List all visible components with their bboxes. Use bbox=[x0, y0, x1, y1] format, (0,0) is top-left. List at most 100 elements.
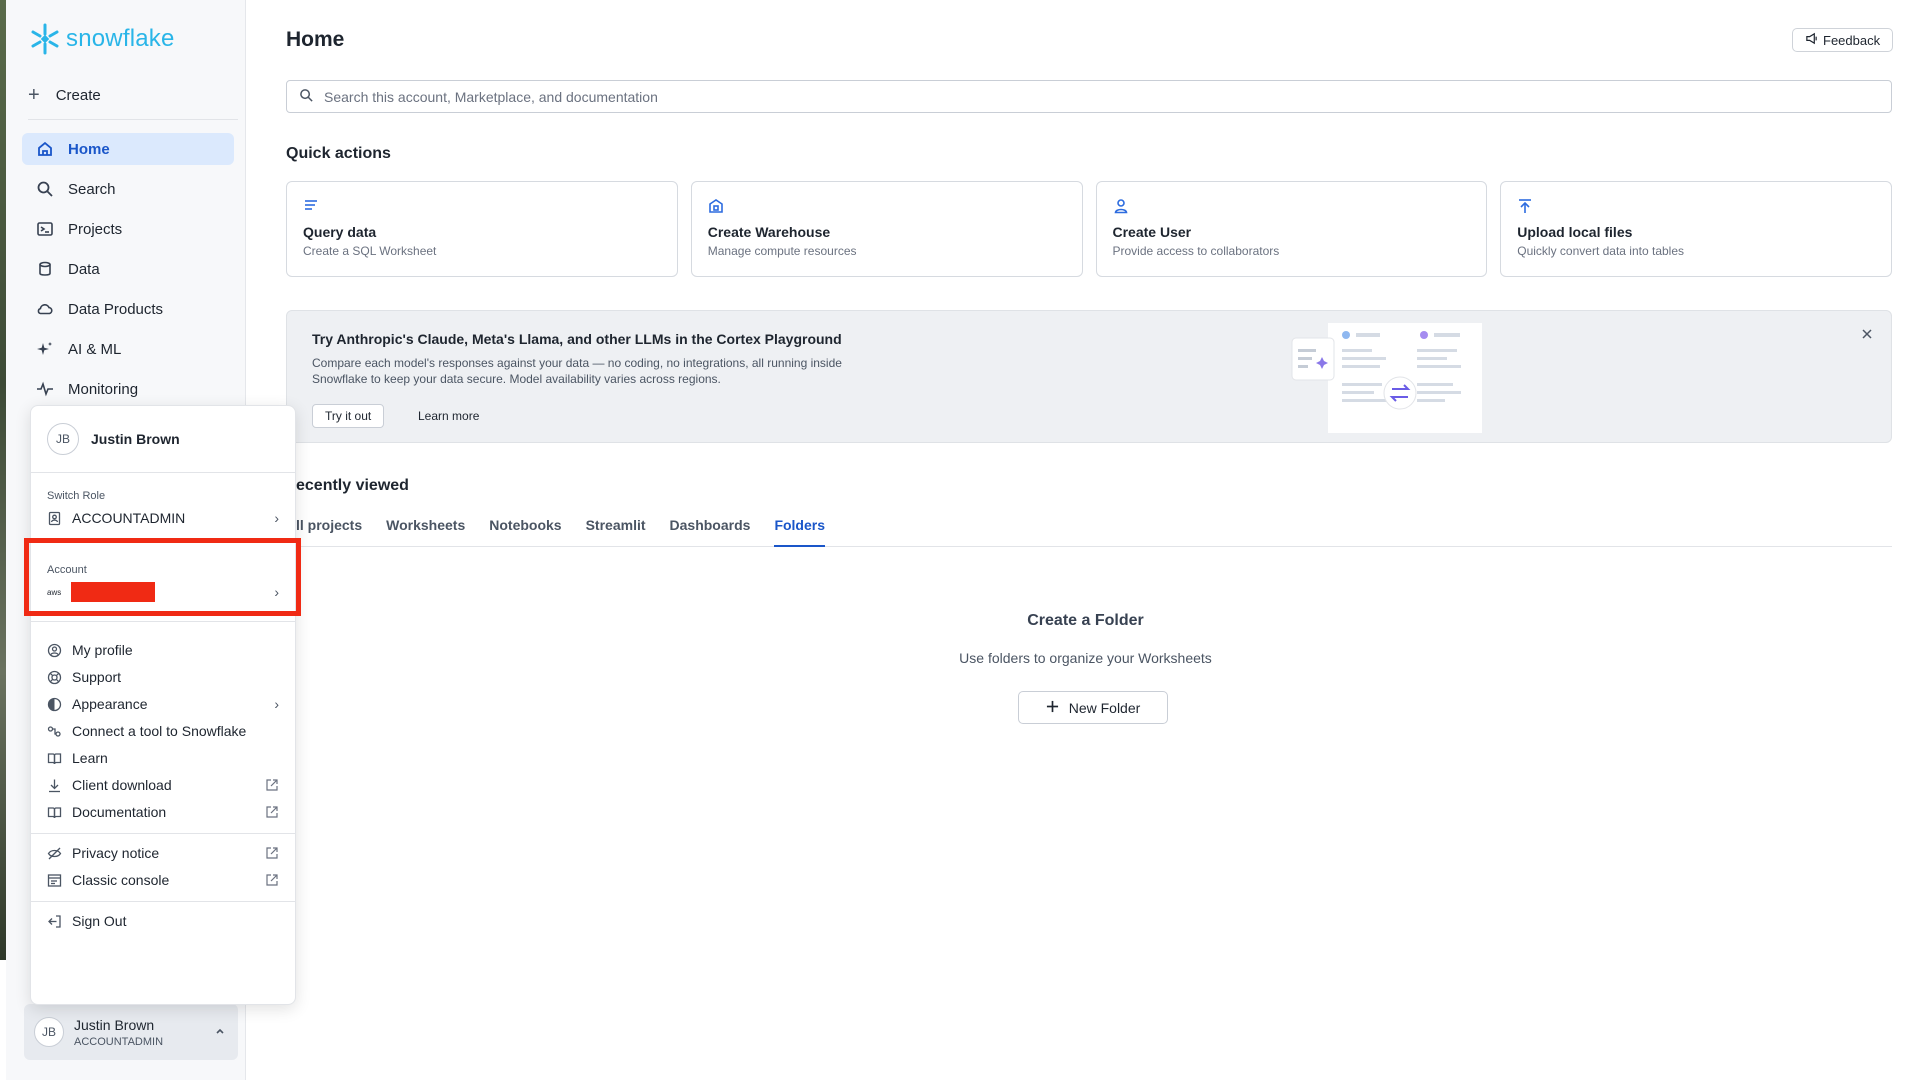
documentation-item[interactable]: Documentation bbox=[47, 801, 279, 823]
create-warehouse-card[interactable]: Create Warehouse Manage compute resource… bbox=[690, 181, 1083, 277]
page-title: Home bbox=[286, 28, 345, 51]
create-button[interactable]: + Create bbox=[28, 84, 101, 107]
avatar: JB bbox=[34, 1017, 64, 1047]
sidebar-nav: Home Search Projects Data Data Products … bbox=[22, 133, 234, 413]
query-data-card[interactable]: Query data Create a SQL Worksheet bbox=[286, 181, 678, 277]
lines-icon bbox=[303, 198, 319, 214]
tab-streamlit[interactable]: Streamlit bbox=[586, 515, 646, 547]
banner-title: Try Anthropic's Claude, Meta's Llama, an… bbox=[312, 331, 842, 347]
account-highlight-box bbox=[24, 538, 301, 616]
switch-role-item[interactable]: ACCOUNTADMIN › bbox=[47, 507, 279, 529]
terminal-icon bbox=[36, 220, 54, 238]
menu-item-label: Sign Out bbox=[72, 913, 127, 929]
tab-notebooks[interactable]: Notebooks bbox=[489, 515, 561, 547]
menu-item-label: Classic console bbox=[72, 872, 170, 888]
my-profile-item[interactable]: My profile bbox=[47, 639, 279, 661]
new-folder-button[interactable]: New Folder bbox=[1018, 691, 1168, 724]
snowflake-logo[interactable]: snowflake bbox=[28, 22, 175, 56]
download-icon bbox=[47, 778, 62, 793]
menu-item-label: Support bbox=[72, 669, 122, 685]
menu-item-label: Privacy notice bbox=[72, 845, 160, 861]
user-menu-toggle[interactable]: JB Justin Brown ACCOUNTADMIN bbox=[24, 1004, 238, 1060]
menu-item-label: Client download bbox=[72, 777, 172, 793]
user-icon bbox=[1113, 198, 1129, 214]
activity-icon bbox=[36, 380, 54, 398]
sidebar-item-label: Projects bbox=[68, 220, 123, 238]
megaphone-icon bbox=[1805, 32, 1818, 48]
badge-icon bbox=[47, 511, 62, 526]
banner-desc-line: Snowflake to keep your data secure. Mode… bbox=[312, 372, 721, 386]
sidebar-item-label: Data Products bbox=[68, 300, 164, 318]
quick-actions-title: Quick actions bbox=[286, 145, 391, 162]
external-link-icon bbox=[265, 778, 279, 792]
close-icon[interactable] bbox=[1861, 327, 1873, 345]
feedback-label: Feedback bbox=[1823, 32, 1881, 48]
chevron-up-icon bbox=[214, 1024, 226, 1041]
feedback-button[interactable]: Feedback bbox=[1792, 28, 1894, 52]
sign-out-item[interactable]: Sign Out bbox=[47, 910, 279, 932]
tab-dashboards[interactable]: Dashboards bbox=[670, 515, 751, 547]
cortex-playground-banner: Try Anthropic's Claude, Meta's Llama, an… bbox=[286, 310, 1892, 443]
upload-files-card[interactable]: Upload local files Quickly convert data … bbox=[1500, 181, 1892, 277]
menu-item-label: Appearance bbox=[72, 696, 148, 712]
privacy-notice-item[interactable]: Privacy notice bbox=[47, 842, 279, 864]
sidebar-item-data-products[interactable]: Data Products bbox=[22, 293, 234, 325]
sidebar-item-projects[interactable]: Projects bbox=[22, 213, 234, 245]
database-icon bbox=[36, 260, 54, 278]
chevron-right-icon: › bbox=[274, 696, 279, 712]
tab-worksheets[interactable]: Worksheets bbox=[386, 515, 465, 547]
empty-state-subtitle: Use folders to organize your Worksheets bbox=[959, 650, 1212, 666]
search-placeholder: Search this account, Marketplace, and do… bbox=[324, 88, 658, 105]
create-user-card[interactable]: Create User Provide access to collaborat… bbox=[1095, 181, 1488, 277]
plus-icon: + bbox=[28, 84, 40, 106]
footer-user-info: Justin Brown ACCOUNTADMIN bbox=[74, 1017, 163, 1048]
role-name: ACCOUNTADMIN bbox=[72, 510, 186, 526]
sidebar-item-home[interactable]: Home bbox=[22, 133, 234, 165]
profile-icon bbox=[47, 643, 62, 658]
sign-out-icon bbox=[47, 914, 62, 929]
sidebar-item-label: Data bbox=[68, 260, 100, 278]
external-link-icon bbox=[265, 805, 279, 819]
card-subtitle: Manage compute resources bbox=[707, 244, 857, 258]
empty-state-title: Create a Folder bbox=[1027, 612, 1144, 629]
console-icon bbox=[47, 873, 62, 888]
main-content: Home Feedback Search this account, Marke… bbox=[246, 0, 1925, 1080]
connect-tool-item[interactable]: Connect a tool to Snowflake bbox=[47, 720, 279, 742]
recent-tabs: ll projects Worksheets Notebooks Streaml… bbox=[296, 515, 1892, 547]
external-link-icon bbox=[265, 873, 279, 887]
appearance-item[interactable]: Appearance › bbox=[47, 693, 279, 715]
try-it-out-button[interactable]: Try it out bbox=[312, 404, 385, 428]
external-link-icon bbox=[265, 846, 279, 860]
banner-desc-line: Compare each model's responses against y… bbox=[312, 356, 842, 370]
search-input[interactable]: Search this account, Marketplace, and do… bbox=[286, 80, 1892, 113]
tab-folders[interactable]: Folders bbox=[774, 515, 826, 547]
sidebar-item-ai-ml[interactable]: AI & ML bbox=[22, 333, 234, 365]
book-icon bbox=[47, 805, 62, 820]
contrast-icon bbox=[47, 697, 62, 712]
menu-item-label: Connect a tool to Snowflake bbox=[72, 723, 247, 739]
cloud-icon bbox=[36, 300, 54, 318]
sidebar-item-search[interactable]: Search bbox=[22, 173, 234, 205]
sidebar-item-data[interactable]: Data bbox=[22, 253, 234, 285]
sidebar-item-label: Search bbox=[68, 180, 116, 198]
card-title: Query data bbox=[303, 224, 377, 240]
learn-more-link[interactable]: Learn more bbox=[410, 404, 487, 428]
tab-all-projects[interactable]: ll projects bbox=[296, 515, 362, 547]
card-title: Upload local files bbox=[1517, 224, 1633, 240]
home-icon bbox=[36, 140, 54, 158]
footer-user-name: Justin Brown bbox=[74, 1016, 155, 1033]
card-subtitle: Create a SQL Worksheet bbox=[303, 244, 437, 258]
banner-illustration bbox=[1262, 323, 1502, 442]
avatar: JB bbox=[47, 423, 79, 455]
card-subtitle: Quickly convert data into tables bbox=[1517, 244, 1685, 258]
snowflake-logo-icon bbox=[28, 22, 62, 56]
menu-divider bbox=[31, 901, 295, 902]
support-item[interactable]: Support bbox=[47, 666, 279, 688]
sidebar-item-monitoring[interactable]: Monitoring bbox=[22, 373, 234, 405]
menu-divider bbox=[31, 472, 295, 473]
learn-item[interactable]: Learn bbox=[47, 747, 279, 769]
classic-console-item[interactable]: Classic console bbox=[47, 869, 279, 891]
client-download-item[interactable]: Client download bbox=[47, 774, 279, 796]
quick-actions: Query data Create a SQL Worksheet Create… bbox=[286, 181, 1892, 277]
menu-divider bbox=[31, 621, 295, 622]
